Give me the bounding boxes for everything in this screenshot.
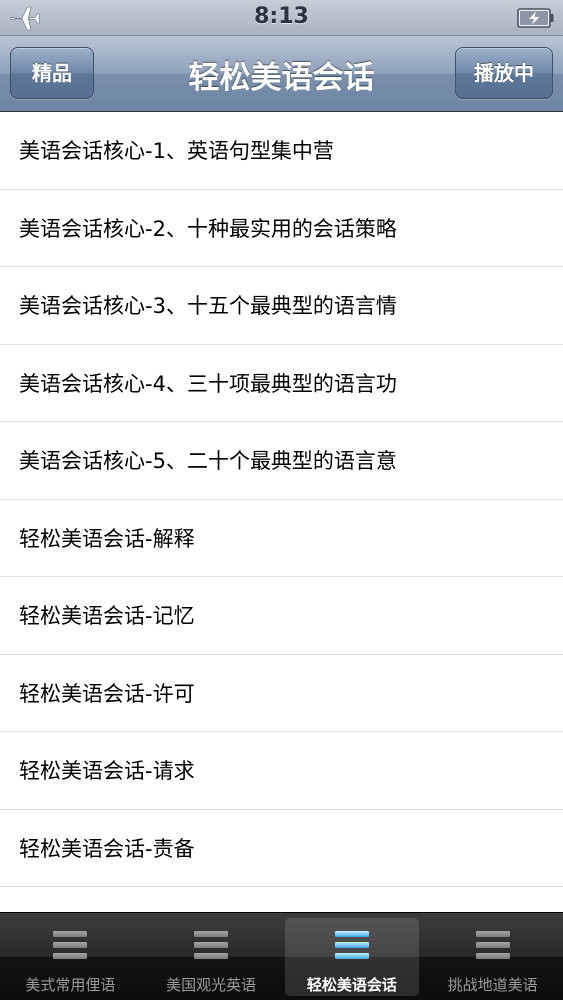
list-icon — [194, 931, 229, 961]
now-playing-button[interactable]: 播放中 — [455, 47, 553, 99]
battery-charging-icon — [517, 8, 554, 28]
list-icon — [53, 931, 88, 961]
list-item[interactable] — [0, 887, 563, 912]
tab-label: 美式常用俚语 — [25, 976, 116, 994]
status-time: 8:13 — [254, 4, 309, 29]
page-title: 轻松美语会话 — [188, 60, 375, 96]
list-item[interactable]: 美语会话核心-5、二十个最典型的语言意 — [0, 422, 563, 500]
tab-label: 轻松美语会话 — [306, 976, 397, 994]
app-screen: 8:13 精品 轻松美语会话 播放中 美语会话核心-1、英语句型集中营 美语会话… — [0, 0, 563, 1000]
tab-label: 美国观光英语 — [166, 976, 257, 994]
tab-label: 挑战地道美语 — [447, 976, 538, 994]
list-item[interactable]: 美语会话核心-4、三十项最典型的语言功 — [0, 344, 563, 422]
lesson-list: 美语会话核心-1、英语句型集中营 美语会话核心-2、十种最实用的会话策略 美语会… — [0, 112, 563, 912]
tab-easy-conversation[interactable]: 轻松美语会话 — [282, 913, 423, 1000]
list-icon — [334, 931, 369, 961]
status-bar: 8:13 — [0, 0, 563, 36]
list-item[interactable]: 美语会话核心-1、英语句型集中营 — [0, 112, 563, 190]
list-item[interactable]: 轻松美语会话-记忆 — [0, 577, 563, 655]
featured-button[interactable]: 精品 — [10, 47, 94, 99]
list-item[interactable]: 轻松美语会话-责备 — [0, 809, 563, 887]
list-item[interactable]: 美语会话核心-3、十五个最典型的语言情 — [0, 267, 563, 345]
list-item[interactable]: 美语会话核心-2、十种最实用的会话策略 — [0, 189, 563, 267]
list-item[interactable]: 轻松美语会话-请求 — [0, 732, 563, 810]
list-item[interactable]: 轻松美语会话-解释 — [0, 499, 563, 577]
tab-american-slang[interactable]: 美式常用俚语 — [0, 913, 141, 1000]
tab-authentic-american[interactable]: 挑战地道美语 — [422, 913, 563, 1000]
list-item[interactable]: 轻松美语会话-许可 — [0, 654, 563, 732]
list-icon — [475, 931, 510, 961]
navigation-bar: 精品 轻松美语会话 播放中 — [0, 36, 563, 112]
tab-travel-english[interactable]: 美国观光英语 — [141, 913, 282, 1000]
tab-bar: 美式常用俚语 美国观光英语 轻松美语会话 挑战地道美语 — [0, 912, 563, 1000]
